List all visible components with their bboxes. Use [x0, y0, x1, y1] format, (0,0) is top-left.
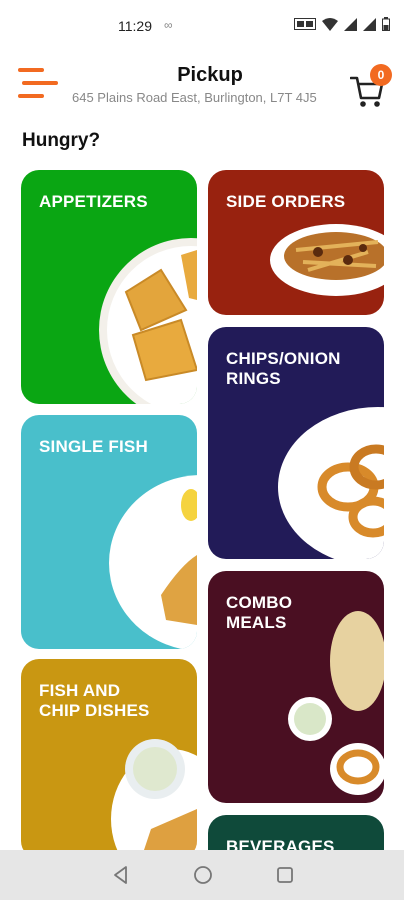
app-header: Pickup 645 Plains Road East, Burlington,…	[0, 52, 404, 116]
cart-count-badge: 0	[370, 64, 392, 86]
category-label: CHIPS/ONION RINGS	[226, 349, 341, 388]
category-card-combo-meals[interactable]: COMBO MEALS	[208, 571, 384, 803]
pickup-address[interactable]: 645 Plains Road East, Burlington, L7T 4J…	[72, 90, 317, 105]
status-time: 11:29	[118, 18, 152, 34]
status-icons	[294, 17, 390, 31]
hd-icon	[294, 18, 316, 30]
wifi-icon	[322, 17, 338, 31]
category-card-fish-and-chip-dishes[interactable]: FISH AND CHIP DISHES	[21, 659, 197, 859]
category-label: FISH AND CHIP DISHES	[39, 681, 150, 720]
signal-icon-2	[363, 17, 376, 31]
recents-icon[interactable]	[274, 864, 296, 886]
back-icon[interactable]	[110, 864, 132, 886]
category-label: SINGLE FISH	[39, 437, 148, 456]
cart-button[interactable]: 0	[350, 64, 396, 110]
home-icon[interactable]	[192, 864, 214, 886]
category-card-single-fish[interactable]: SINGLE FISH	[21, 415, 197, 649]
category-label: COMBO MEALS	[226, 593, 293, 632]
category-card-appetizers[interactable]: APPETIZERS	[21, 170, 197, 404]
signal-icon	[344, 17, 357, 31]
category-label: APPETIZERS	[39, 192, 148, 211]
category-card-chips-onion-rings[interactable]: CHIPS/ONION RINGS	[208, 327, 384, 559]
status-bar: 11:29 ∞	[0, 0, 404, 52]
menu-icon-line	[18, 94, 44, 98]
greeting-heading: Hungry?	[22, 130, 101, 151]
battery-icon	[382, 17, 390, 31]
category-card-side-orders[interactable]: SIDE ORDERS	[208, 170, 384, 315]
category-label: SIDE ORDERS	[226, 192, 346, 211]
page-title: Pickup	[177, 64, 243, 86]
system-nav-bar	[0, 850, 404, 900]
infinity-icon: ∞	[164, 18, 173, 32]
